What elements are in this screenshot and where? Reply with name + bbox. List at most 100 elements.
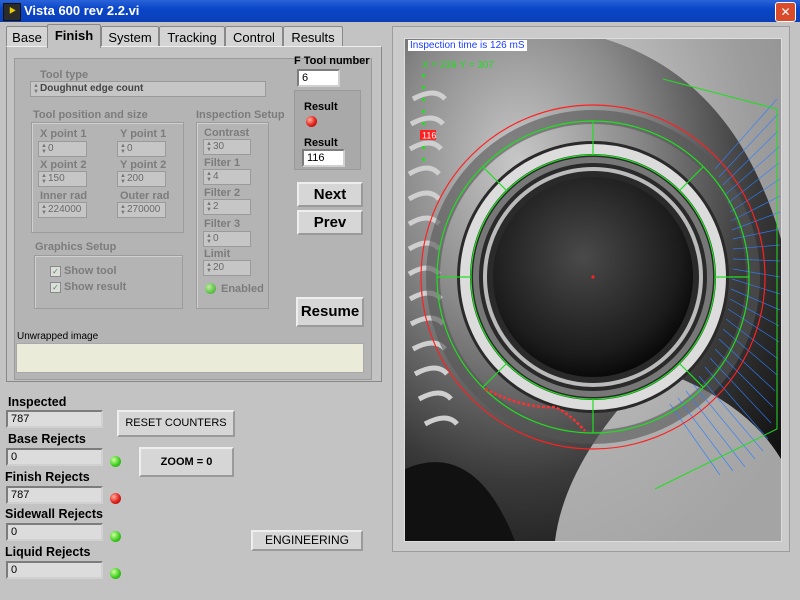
- base-rejects-field: 0: [6, 448, 103, 466]
- sidewall-rejects-label: Sidewall Rejects: [5, 507, 103, 521]
- spinner-icon: ▲ ▼: [206, 233, 212, 245]
- x-point-1-value: 0: [48, 143, 54, 154]
- spinner-icon: ▲ ▼: [206, 262, 212, 274]
- contrast-input[interactable]: ▲ ▼ 30: [203, 139, 251, 155]
- x-point-2-label: X point 2: [40, 159, 87, 171]
- graphics-setup-group-label: Graphics Setup: [35, 241, 117, 253]
- show-result-checkbox[interactable]: ✓: [50, 282, 61, 293]
- tab-tracking[interactable]: Tracking: [159, 26, 225, 47]
- filter-2-label: Filter 2: [204, 187, 241, 199]
- show-result-label: Show result: [64, 281, 127, 293]
- finish-rejects-field: 787: [6, 486, 103, 504]
- sidewall-rejects-led: [110, 531, 121, 542]
- spinner-icon: ▲ ▼: [120, 173, 126, 185]
- enabled-label: Enabled: [221, 283, 264, 295]
- y-point-2-label: Y point 2: [120, 159, 167, 171]
- contrast-label: Contrast: [204, 127, 250, 139]
- show-tool-label: Show tool: [64, 265, 117, 277]
- filter-1-input[interactable]: ▲ ▼ 4: [203, 169, 251, 185]
- filter-3-label: Filter 3: [204, 218, 241, 230]
- tab-system[interactable]: System: [101, 26, 159, 47]
- spinner-icon: ▲ ▼: [120, 204, 126, 216]
- inspected-field: 787: [6, 410, 103, 428]
- base-rejects-led: [110, 456, 121, 467]
- tool-position-group-label: Tool position and size: [33, 109, 148, 121]
- spinner-icon: ▲ ▼: [206, 141, 212, 153]
- spinner-icon: ▲ ▼: [41, 204, 47, 216]
- tool-number-label: F Tool number: [294, 55, 370, 67]
- tab-finish[interactable]: Finish: [47, 24, 101, 48]
- filter-1-value: 4: [213, 171, 219, 182]
- filter-3-value: 0: [213, 233, 219, 244]
- result-led-label: Result: [304, 101, 338, 113]
- coordinates-text: X = 239 Y = 307: [422, 60, 494, 71]
- x-point-1-input[interactable]: ▲ ▼ 0: [38, 141, 87, 157]
- inner-rad-input[interactable]: ▲ ▼ 224000: [38, 202, 87, 218]
- tab-results[interactable]: Results: [283, 26, 343, 47]
- inner-rad-label: Inner rad: [40, 190, 88, 202]
- result-value-field: 116: [302, 149, 345, 167]
- tool-type-label: Tool type: [40, 69, 89, 81]
- reset-counters-button[interactable]: RESET COUNTERS: [117, 410, 235, 437]
- spinner-icon: ▲ ▼: [206, 201, 212, 213]
- limit-value: 20: [213, 262, 225, 273]
- next-button[interactable]: Next: [297, 182, 363, 207]
- result-value-label: Result: [304, 137, 338, 149]
- outer-rad-label: Outer rad: [120, 190, 170, 202]
- inspection-image-svg: 116: [405, 39, 781, 541]
- liquid-rejects-led: [110, 568, 121, 579]
- enabled-led[interactable]: [205, 283, 216, 294]
- x-point-1-label: X point 1: [40, 128, 87, 140]
- inspection-setup-group-label: Inspection Setup: [196, 109, 285, 121]
- window-title-bar[interactable]: ⯈ Vista 600 rev 2.2.vi ✕: [0, 0, 800, 22]
- y-point-1-input[interactable]: ▲ ▼ 0: [117, 141, 166, 157]
- tool-type-value: Doughnut edge count: [40, 83, 144, 94]
- sidewall-rejects-field: 0: [6, 523, 103, 541]
- filter-2-value: 2: [213, 201, 219, 212]
- spinner-icon: ▲ ▼: [41, 143, 47, 155]
- engineering-button[interactable]: ENGINEERING: [251, 530, 363, 551]
- liquid-rejects-field: 0: [6, 561, 103, 579]
- outer-rad-input[interactable]: ▲ ▼ 270000: [117, 202, 166, 218]
- camera-image[interactable]: 116 Inspection time is 126 mS X = 239 Y …: [404, 38, 782, 542]
- spinner-icon: ▲ ▼: [120, 143, 126, 155]
- inspection-time-text: Inspection time is 126 mS: [408, 40, 527, 51]
- x-point-2-input[interactable]: ▲ ▼ 150: [38, 171, 87, 187]
- zoom-button[interactable]: ZOOM = 0: [139, 447, 234, 477]
- filter-2-input[interactable]: ▲ ▼ 2: [203, 199, 251, 215]
- y-point-1-label: Y point 1: [120, 128, 167, 140]
- result-led: [306, 116, 317, 127]
- tool-number-field[interactable]: 6: [297, 69, 340, 87]
- y-point-1-value: 0: [127, 143, 133, 154]
- show-tool-checkbox[interactable]: ✓: [50, 266, 61, 277]
- contrast-value: 30: [213, 141, 225, 152]
- prev-button[interactable]: Prev: [297, 210, 363, 235]
- spinner-icon: ▲ ▼: [33, 83, 39, 95]
- tool-type-select[interactable]: ▲ ▼ Doughnut edge count: [30, 81, 266, 97]
- x-point-2-value: 150: [48, 173, 65, 184]
- resume-button[interactable]: Resume: [296, 297, 364, 327]
- finish-rejects-led: [110, 493, 121, 504]
- base-rejects-label: Base Rejects: [8, 432, 86, 446]
- inspected-label: Inspected: [8, 395, 67, 409]
- close-button[interactable]: ✕: [775, 2, 796, 22]
- count-tag: 116: [422, 131, 436, 141]
- spinner-icon: ▲ ▼: [41, 173, 47, 185]
- finish-rejects-label: Finish Rejects: [5, 470, 90, 484]
- limit-label: Limit: [204, 248, 231, 260]
- liquid-rejects-label: Liquid Rejects: [5, 545, 91, 559]
- unwrapped-image-label: Unwrapped image: [17, 331, 99, 342]
- app-icon: ⯈: [3, 3, 21, 21]
- window-title: Vista 600 rev 2.2.vi: [24, 3, 140, 18]
- spinner-icon: ▲ ▼: [206, 171, 212, 183]
- tab-control[interactable]: Control: [225, 26, 283, 47]
- limit-input[interactable]: ▲ ▼ 20: [203, 260, 251, 276]
- unwrapped-image-display: [16, 343, 364, 373]
- tab-base[interactable]: Base: [6, 26, 48, 47]
- filter-3-input[interactable]: ▲ ▼ 0: [203, 231, 251, 247]
- y-point-2-input[interactable]: ▲ ▼ 200: [117, 171, 166, 187]
- y-point-2-value: 200: [127, 173, 144, 184]
- inner-rad-value: 224000: [48, 204, 82, 215]
- filter-1-label: Filter 1: [204, 157, 241, 169]
- outer-rad-value: 270000: [127, 204, 161, 215]
